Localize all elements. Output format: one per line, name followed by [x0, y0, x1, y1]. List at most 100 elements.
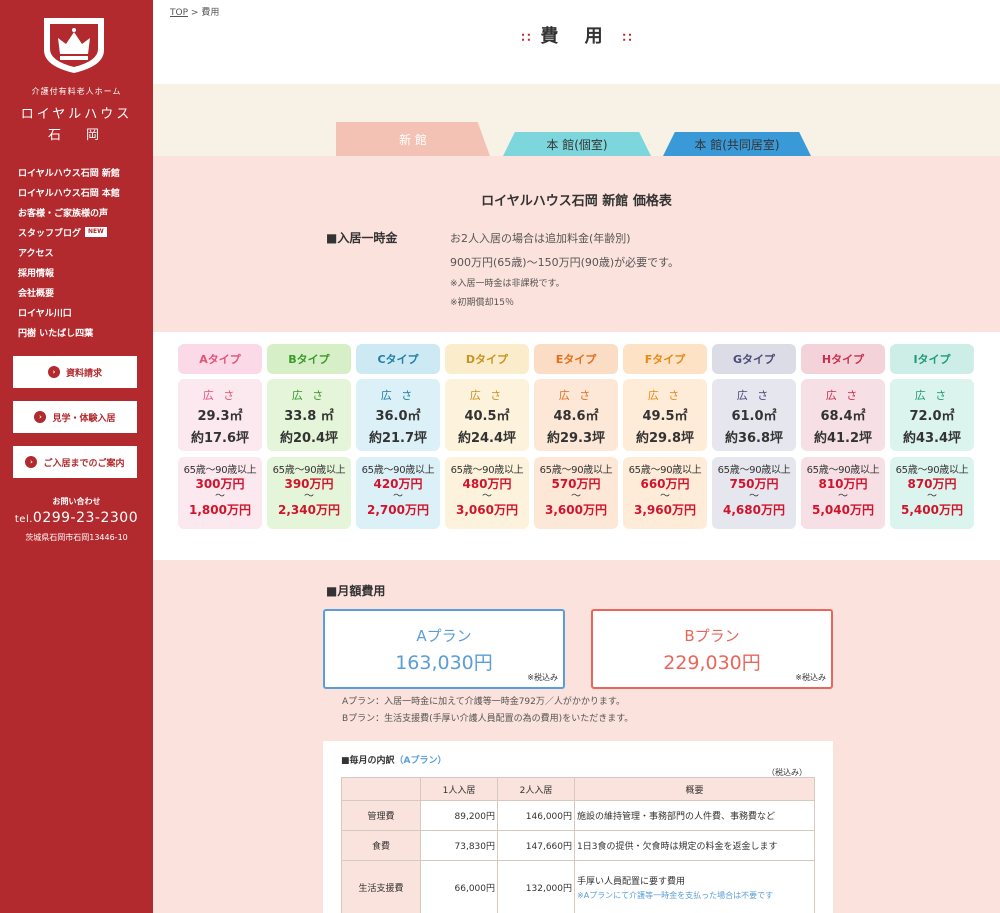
area-sqm: 33.8 ㎡ [284, 409, 334, 424]
age-range: 65歳〜90歳以上 [450, 465, 524, 476]
tax-note: ※税込み [527, 673, 558, 682]
nav-item-kawaguchi[interactable]: ロイヤル川口 [18, 302, 148, 322]
area-sqm: 36.0㎡ [375, 409, 421, 424]
table-header [341, 777, 421, 801]
room-type-card: Aタイプ広 さ 29.3㎡ 約17.6坪 65歳〜90歳以上 300万円〜 1,800万円 [178, 344, 262, 529]
table-header: 1人入居 [420, 777, 498, 801]
ikkatsu-note: ※初期償却15％ [450, 298, 514, 308]
price-min: 810万円 [818, 477, 868, 491]
nav-item-honkan[interactable]: ロイヤルハウス石岡 本館 [18, 182, 148, 202]
arrow-circle-icon: › [25, 456, 38, 468]
price-min: 660万円 [640, 477, 690, 491]
area-label: 広 さ [469, 389, 505, 402]
tilde-sep: 〜 [749, 491, 759, 502]
room-type-area: 広 さ 36.0㎡ 約21.7坪 [356, 379, 440, 451]
nav-item-company[interactable]: 会社概要 [18, 282, 148, 302]
ikkatsu-note: ※入居一時金は非課税です。 [450, 279, 565, 289]
request-docs-button[interactable]: › 資料請求 [13, 356, 137, 388]
area-sqm: 68.4㎡ [820, 409, 866, 424]
tilde-sep: 〜 [927, 491, 937, 502]
price-max: 2,700万円 [367, 503, 429, 517]
area-label: 広 さ [647, 389, 683, 402]
room-type-card: Eタイプ広 さ 48.6㎡ 約29.3坪 65歳〜90歳以上 570万円〜 3,600万円 [534, 344, 618, 529]
room-type-price: 65歳〜90歳以上 480万円〜 3,060万円 [445, 457, 529, 529]
breakdown-table: 1人入居 2人入居 概要 管理費 89,200円 146,000円 施設の維持管… [341, 777, 815, 913]
room-type-card: Bタイプ広 さ 33.8 ㎡約20.4坪 65歳〜90歳以上 390万円〜 2,340万… [267, 344, 351, 529]
tab-honkan-kojin[interactable]: 本 館(個室) [503, 132, 651, 156]
row-label: 生活支援費 [341, 860, 421, 913]
nav-label: スタッフブログ [18, 228, 82, 239]
price-min: 870万円 [907, 477, 957, 491]
price-min: 390万円 [284, 477, 334, 491]
nav-item-recruit[interactable]: 採用情報 [18, 262, 148, 282]
contact-phone[interactable]: tel.0299-23-2300 [0, 510, 153, 526]
nav-item-shinkan[interactable]: ロイヤルハウス石岡 新館 [18, 162, 148, 182]
area-tsubo: 約41.2坪 [813, 431, 873, 446]
page-title-text: 費 用 [540, 26, 613, 47]
age-range: 65歳〜90歳以上 [628, 465, 702, 476]
nav-item-access[interactable]: アクセス [18, 242, 148, 262]
room-type-area: 広 さ 72.0㎡ 約43.4坪 [890, 379, 974, 451]
move-in-guide-button[interactable]: › ご入居までのご案内 [13, 446, 137, 478]
price-max: 1,800万円 [189, 503, 251, 517]
age-range: 65歳〜90歳以上 [806, 465, 880, 476]
table-header-row: 1人入居 2人入居 概要 [341, 777, 815, 801]
nav-item-voices[interactable]: お客様・ご家族様の声 [18, 202, 148, 222]
row-label: 食費 [341, 830, 421, 861]
plan-price: 163,030円 [395, 652, 493, 674]
nav-label: ロイヤル川口 [18, 308, 72, 319]
plan-name: Bプラン [684, 627, 740, 645]
brand-location[interactable]: 石 岡 [0, 124, 153, 143]
room-type-price: 65歳〜90歳以上 420万円〜 2,700万円 [356, 457, 440, 529]
visit-trial-button[interactable]: › 見学・体験入居 [13, 401, 137, 433]
row-label: 管理費 [341, 800, 421, 831]
room-type-name: Gタイプ [712, 344, 796, 374]
nav-item-staff-blog[interactable]: スタッフブログ NEW [18, 222, 148, 242]
room-type-area: 広 さ 40.5㎡ 約24.4坪 [445, 379, 529, 451]
tilde-sep: 〜 [304, 491, 314, 502]
tel-number: 0299-23-2300 [32, 510, 139, 526]
nav-item-enju[interactable]: 円樹 いたばし四葉 [18, 322, 148, 342]
tilde-sep: 〜 [393, 491, 403, 502]
tax-note: ※税込み [795, 673, 826, 682]
nav-label: ロイヤルハウス石岡 新館 [18, 168, 120, 179]
fee-description: 1日3食の提供・欠食時は規定の料金を返金します [574, 830, 815, 861]
plan-price: 229,030円 [663, 652, 761, 674]
room-type-price: 65歳〜90歳以上 660万円〜 3,960万円 [623, 457, 707, 529]
room-type-price: 65歳〜90歳以上 390万円〜 2,340万円 [267, 457, 351, 529]
plan-name: Aプラン [416, 627, 472, 645]
new-badge: NEW [85, 227, 107, 237]
fee-description: 施設の維持管理・事務部門の人件費、事務費など [574, 800, 815, 831]
area-sqm: 48.6㎡ [553, 409, 599, 424]
breakdown-plan-label: （Aプラン） [394, 756, 447, 766]
plan-b-box: Bプラン 229,030円 ※税込み [591, 609, 833, 689]
title-deco-icon: ∷ [622, 30, 632, 46]
fee-description-text: 手厚い人員配置に要す費用 [577, 877, 686, 887]
nav-label: 円樹 いたばし四葉 [18, 328, 94, 339]
crown-logo-icon[interactable] [42, 16, 106, 74]
area-label: 広 さ [202, 389, 238, 402]
nav-label: 採用情報 [18, 268, 55, 279]
brand-subtitle: 介護付有料老人ホーム [31, 87, 122, 96]
tilde-sep: 〜 [660, 491, 670, 502]
area-sqm: 40.5㎡ [464, 409, 510, 424]
plan-b-note: Bプラン：生活支援費(手厚い介護人員配置の為の費用)をいただきます。 [342, 714, 634, 724]
tilde-sep: 〜 [838, 491, 848, 502]
tilde-sep: 〜 [571, 491, 581, 502]
breadcrumb-current: 費用 [201, 8, 220, 18]
age-range: 65歳〜90歳以上 [895, 465, 969, 476]
price-max: 3,060万円 [456, 503, 518, 517]
tilde-sep: 〜 [215, 491, 225, 502]
age-range: 65歳〜90歳以上 [539, 465, 613, 476]
age-range: 65歳〜90歳以上 [183, 465, 257, 476]
room-type-name: Eタイプ [534, 344, 618, 374]
brand-name[interactable]: ロイヤルハウス [0, 103, 153, 122]
price-max: 5,400万円 [901, 503, 963, 517]
double-fee: 147,660円 [497, 830, 575, 861]
sidebar: 介護付有料老人ホーム ロイヤルハウス 石 岡 ロイヤルハウス石岡 新館 ロイヤル… [0, 0, 153, 913]
breadcrumb-top-link[interactable]: TOP [170, 8, 188, 18]
tab-shinkan[interactable]: 新 館 [336, 122, 490, 156]
price-min: 570万円 [551, 477, 601, 491]
tab-honkan-kyodo[interactable]: 本 館(共同居室) [663, 132, 811, 156]
room-type-price: 65歳〜90歳以上 300万円〜 1,800万円 [178, 457, 262, 529]
